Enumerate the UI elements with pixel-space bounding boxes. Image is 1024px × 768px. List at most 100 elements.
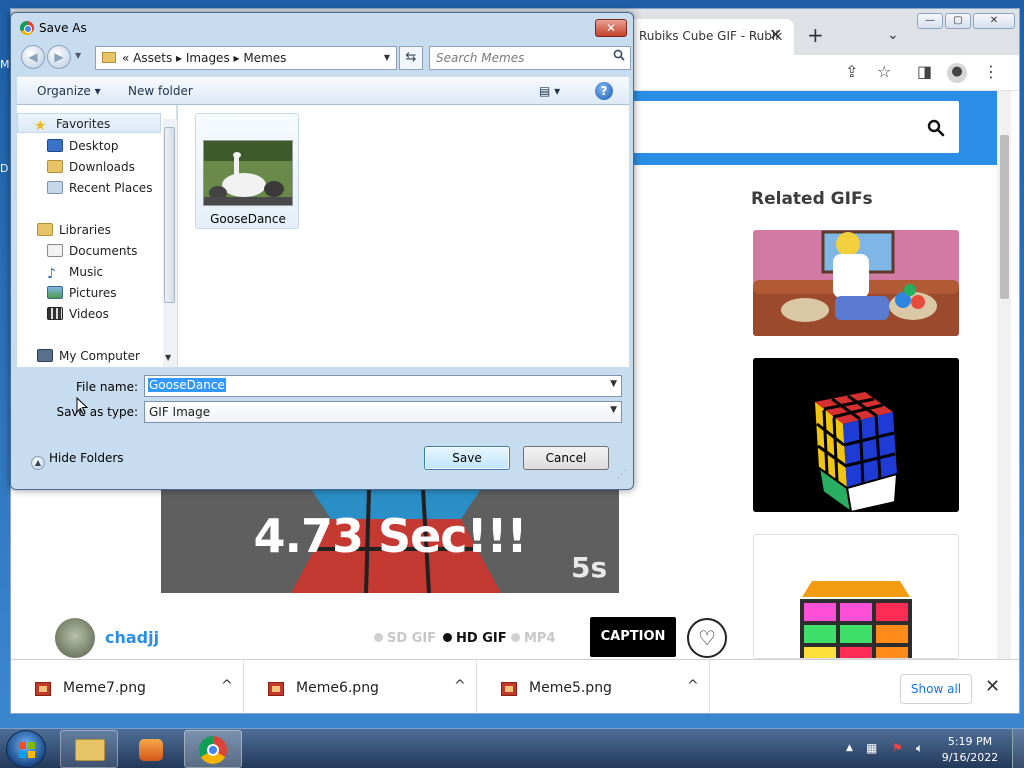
star-icon: ★ [34,118,47,134]
download-filename: Meme5.png [529,680,612,696]
profile-avatar-icon[interactable]: ● [947,63,967,83]
related-gif-thumbnail[interactable] [753,534,959,659]
chevron-down-icon[interactable]: ▼ [610,405,617,415]
save-type-select[interactable]: GIF Image ▼ [144,401,622,423]
download-item[interactable]: Meme7.png ^ [11,660,244,713]
network-icon[interactable]: ▦ [866,741,877,755]
side-panel-icon[interactable]: ◨ [917,63,932,81]
clock-date[interactable]: 9/16/2022 [940,751,1000,764]
nav-favorites[interactable]: ★ Favorites [17,113,161,133]
refresh-icon[interactable]: ⇆ [399,46,423,70]
desktop-icon [47,139,63,152]
forward-arrow-icon[interactable]: ▶ [47,45,71,69]
new-tab-icon[interactable]: + [807,25,824,45]
chevron-up-icon[interactable]: ^ [454,678,466,694]
maximize-button[interactable]: ▢ [945,13,971,29]
navigation-scrollbar-thumb[interactable] [164,127,175,303]
new-folder-button[interactable]: New folder [128,84,193,98]
chevron-up-icon[interactable]: ^ [221,678,233,694]
show-desktop-button[interactable] [1012,729,1024,768]
close-downloads-icon[interactable]: ✕ [985,678,1000,696]
chevron-up-icon: ▲ [31,456,45,470]
back-arrow-icon[interactable]: ◀ [21,45,45,69]
quality-mp4-option[interactable]: MP4 [511,631,556,646]
windows-logo-icon [19,742,35,758]
start-button[interactable] [6,730,46,768]
show-hidden-icons-chevron-icon[interactable]: ▲ [846,743,853,753]
download-filename: Meme7.png [63,680,146,696]
file-item-goosedance[interactable]: GooseDance [195,113,299,229]
site-search-input[interactable] [631,101,959,153]
quality-hd-option[interactable]: HD GIF [443,631,507,646]
search-icon[interactable] [927,119,945,137]
related-gif-thumbnail[interactable] [753,358,959,512]
download-item[interactable]: Meme6.png ^ [244,660,477,713]
tab-search-chevron-icon[interactable]: ⌄ [887,27,899,43]
folder-path-bar[interactable]: « Assets ▸ Images ▸ Memes ▼ [95,46,397,70]
breadcrumb[interactable]: « Assets ▸ Images ▸ Memes [122,51,286,65]
resize-grip-icon[interactable]: ⋰ [617,469,627,480]
media-player-taskbar-button[interactable] [122,730,180,768]
nav-desktop[interactable]: Desktop [47,139,119,153]
neon-cube-image [754,535,958,658]
bookmark-star-icon[interactable]: ☆ [877,63,891,81]
related-gifs-heading: Related GIFs [751,189,873,209]
dialog-title: Save As [39,21,87,35]
explorer-taskbar-button[interactable] [60,730,118,768]
nav-videos[interactable]: Videos [47,307,109,321]
volume-icon[interactable]: 🔈︎ [916,741,923,756]
scroll-down-chevron-icon[interactable]: ▼ [165,353,171,362]
search-icon[interactable] [613,49,625,61]
cancel-button[interactable]: Cancel [523,446,609,470]
quality-sd-option[interactable]: SD GIF [374,631,436,646]
chevron-up-icon[interactable]: ^ [687,678,699,694]
videos-icon [47,307,63,320]
hide-folders-button[interactable]: ▲ Hide Folders [31,451,124,470]
chevron-down-icon[interactable]: ▼ [384,53,390,62]
page-scrollbar-thumb[interactable] [1000,135,1009,299]
command-bar: Organize ▾ New folder ▤ ▾ ? [17,77,629,105]
share-icon[interactable]: ⇪ [845,63,858,81]
caption-button[interactable]: CAPTION [590,617,676,657]
goose-photo [204,141,292,205]
related-gif-thumbnail[interactable] [753,230,959,336]
nav-libraries[interactable]: Libraries [37,223,111,237]
radio-dot-icon [443,633,452,642]
clock-time[interactable]: 5:19 PM [940,735,1000,748]
download-item[interactable]: Meme5.png ^ [477,660,710,713]
save-as-dialog: Save As ✕ ◀ ▶ ▼ « Assets ▸ Images ▸ Meme… [10,12,634,490]
nav-my-computer[interactable]: My Computer [37,349,140,363]
help-icon[interactable]: ? [595,82,613,100]
mouse-cursor-icon [76,397,88,415]
image-file-icon [268,682,284,696]
menu-kebab-icon[interactable]: ⋮ [983,63,999,81]
recent-locations-chevron-icon[interactable]: ▼ [75,51,81,60]
organize-menu-button[interactable]: Organize ▾ [37,84,101,98]
dialog-close-button[interactable]: ✕ [595,19,627,37]
minimize-button[interactable]: — [917,13,943,29]
nav-downloads[interactable]: Downloads [47,160,135,174]
folder-icon [102,52,116,63]
search-input[interactable]: Search Memes [429,46,631,70]
nav-documents[interactable]: Documents [47,244,137,258]
action-center-flag-icon[interactable]: ⚑ [892,741,903,755]
tab-close-icon[interactable]: ✕ [769,27,785,43]
nav-music[interactable]: ♪ Music [47,265,103,281]
username-link[interactable]: chadjj [105,628,159,647]
chrome-logo-icon [20,21,34,35]
main-gif-frame[interactable]: 4.73 Sec!!! 5s [161,489,619,593]
pictures-icon [47,286,63,299]
save-type-value: GIF Image [149,405,211,419]
view-options-button[interactable]: ▤ ▾ [539,84,560,98]
avatar[interactable] [55,618,95,658]
nav-pictures[interactable]: Pictures [47,286,117,300]
show-all-downloads-button[interactable]: Show all [900,674,972,704]
chevron-down-icon[interactable]: ▼ [610,379,617,389]
file-name-value: GooseDance [148,378,226,392]
window-close-button[interactable]: ✕ [973,13,1015,29]
heart-icon[interactable]: ♡ [687,618,727,658]
file-name-input[interactable]: GooseDance ▼ [144,375,622,397]
nav-recent-places[interactable]: Recent Places [47,181,152,195]
chrome-taskbar-button[interactable] [184,730,242,768]
save-button[interactable]: Save [424,446,510,470]
